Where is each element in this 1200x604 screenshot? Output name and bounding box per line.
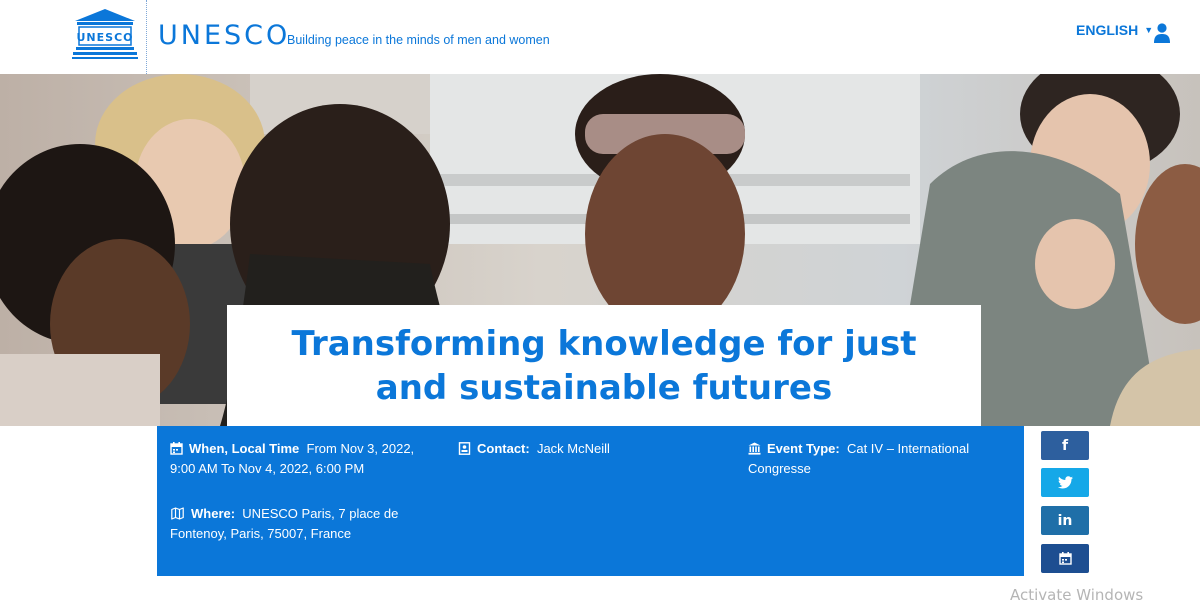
where-label: Where: [191,506,236,521]
event-type: Event Type: Cat IV – International Congr… [748,439,998,479]
site-header: UNESCO UNESCO Building peace in the mind… [0,0,1200,74]
map-icon [171,507,184,520]
twitter-icon [1057,476,1073,489]
contact-value: Jack McNeill [536,441,610,456]
logo-divider [146,0,147,74]
linkedin-icon: in [1057,512,1073,529]
institution-icon [748,442,761,455]
event-where: Where: UNESCO Paris, 7 place de Fontenoy… [170,504,410,544]
add-to-calendar-button[interactable] [1041,544,1089,573]
activate-windows-watermark: Activate Windows [1010,586,1144,604]
logo-tagline: Building peace in the minds of men and w… [287,33,550,47]
logo-wordmark[interactable]: UNESCO [158,19,290,53]
contact-card-icon [458,442,471,455]
event-type-label: Event Type: [767,441,840,456]
facebook-icon: f [1061,437,1069,454]
event-contact: Contact: Jack McNeill [458,439,698,459]
calendar-icon [170,442,183,455]
unesco-temple-logo-icon[interactable]: UNESCO [72,8,138,60]
when-label: When, Local Time [189,441,300,456]
linkedin-share-button[interactable]: in [1041,506,1089,535]
twitter-share-button[interactable] [1041,468,1089,497]
user-icon[interactable] [1153,23,1171,43]
hero-title-box: Transforming knowledge for just and sust… [227,305,981,426]
facebook-share-button[interactable]: f [1041,431,1089,460]
event-title: Transforming knowledge for just and sust… [291,323,917,408]
event-when: When, Local Time From Nov 3, 2022, 9:00 … [170,439,430,479]
contact-label: Contact: [477,441,530,456]
language-selector[interactable]: ENGLISH ▼ [1076,21,1153,39]
language-label: ENGLISH [1076,22,1139,38]
calendar-icon [1058,552,1072,565]
logo-emblem-text: UNESCO [77,31,134,44]
caret-down-icon: ▼ [1144,25,1154,35]
event-info-panel: When, Local Time From Nov 3, 2022, 9:00 … [157,426,1024,576]
